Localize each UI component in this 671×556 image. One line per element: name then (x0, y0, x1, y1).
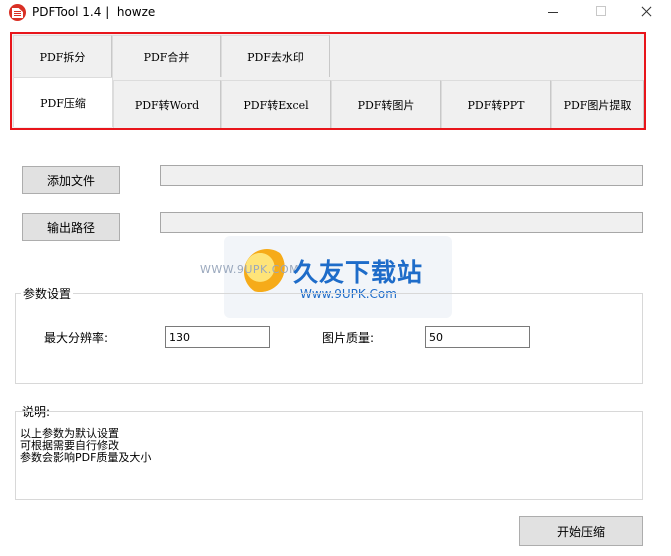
tab-pdf-compress[interactable]: PDF压缩 (13, 77, 113, 127)
tab-label: PDF压缩 (40, 96, 86, 110)
maximize-button[interactable] (577, 0, 623, 26)
output-path-button[interactable]: 输出路径 (22, 213, 120, 241)
minimize-button[interactable] (530, 0, 576, 26)
close-button[interactable] (624, 0, 670, 26)
settings-group-label: 参数设置 (21, 285, 74, 302)
add-file-button[interactable]: 添加文件 (22, 166, 120, 194)
pdf-app-icon (9, 4, 26, 21)
input-file-path-field[interactable] (160, 165, 643, 186)
max-resolution-input[interactable] (165, 326, 270, 348)
image-quality-input[interactable] (425, 326, 530, 348)
watermark-small-text: WWW.9UPK.COM (200, 263, 300, 276)
description-line: 参数会影响PDF质量及大小 (20, 451, 152, 464)
output-path-field[interactable] (160, 212, 643, 233)
watermark-brand: 久友下载站 (293, 258, 424, 287)
max-resolution-label: 最大分辨率: (44, 331, 109, 345)
start-compress-button[interactable]: 开始压缩 (519, 516, 643, 546)
title-bar: PDFTool 1.4 | howze (0, 0, 671, 26)
window-title: PDFTool 1.4 | howze (32, 5, 156, 19)
image-quality-label: 图片质量: (322, 331, 375, 345)
